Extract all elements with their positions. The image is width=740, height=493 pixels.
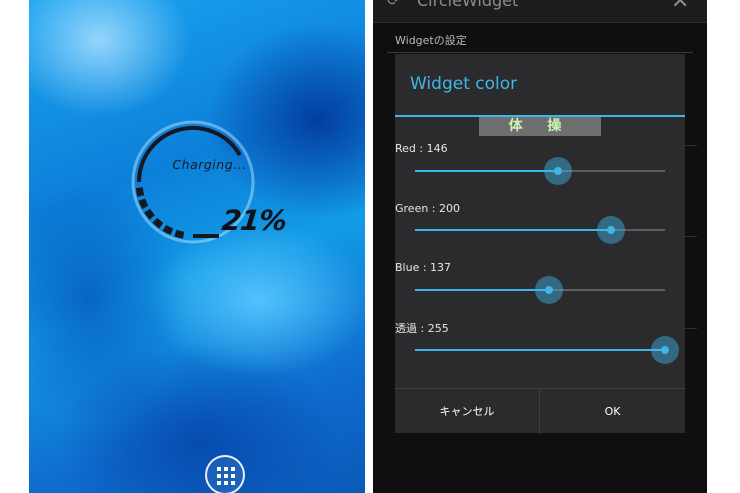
circle-widget-icon: ⟳ xyxy=(387,0,400,9)
blue-slider-thumb[interactable] xyxy=(535,276,564,304)
background-row-divider xyxy=(685,328,697,329)
blue-slider[interactable] xyxy=(415,276,665,304)
widget-color-dialog: Widget color 体 操 Red : 146 Green : 200 B… xyxy=(395,54,685,434)
app-bar: ⟳ CircleWidget ✕ xyxy=(373,0,707,23)
red-slider[interactable] xyxy=(415,157,665,185)
blue-slider-label: Blue : 137 xyxy=(395,261,452,274)
green-slider-fill xyxy=(415,229,612,231)
battery-segment xyxy=(138,198,149,210)
green-slider-label: Green : 200 xyxy=(395,202,461,215)
charging-status-text: Charging... xyxy=(172,157,247,172)
close-icon[interactable]: ✕ xyxy=(671,0,689,14)
battery-segment xyxy=(135,187,145,197)
transparency-slider-label: 透過 : 255 xyxy=(395,322,449,335)
battery-segment xyxy=(152,217,164,229)
transparency-slider[interactable] xyxy=(415,336,679,364)
background-row-divider xyxy=(685,145,697,146)
app-title: CircleWidget xyxy=(417,0,519,10)
ok-button[interactable]: OK xyxy=(540,389,685,434)
cancel-button[interactable]: キャンセル xyxy=(395,389,540,434)
transparency-slider-thumb[interactable] xyxy=(651,336,679,364)
battery-segment xyxy=(162,224,174,235)
dialog-title: Widget color xyxy=(410,74,518,94)
section-divider xyxy=(387,52,693,53)
green-slider[interactable] xyxy=(415,216,665,244)
red-slider-label: Red : 146 xyxy=(395,142,448,155)
red-slider-fill xyxy=(415,170,559,172)
blue-slider-fill xyxy=(415,289,550,291)
battery-segment-bars xyxy=(135,187,185,239)
battery-segment xyxy=(174,229,185,239)
app-drawer-button[interactable] xyxy=(205,455,245,493)
green-slider-thumb[interactable] xyxy=(597,216,626,244)
background-row-divider xyxy=(685,236,697,237)
dialog-button-bar: キャンセル OK xyxy=(395,388,685,434)
home-screen: Charging... 21% xyxy=(29,0,365,493)
settings-screen: ⟳ CircleWidget ✕ Widgetの設定 Widget color … xyxy=(373,0,707,493)
red-slider-thumb[interactable] xyxy=(544,157,573,185)
settings-section-header: Widgetの設定 xyxy=(395,34,467,47)
apps-grid-icon xyxy=(217,467,235,485)
watermark-stamp: 体 操 xyxy=(479,117,601,136)
transparency-slider-fill xyxy=(415,349,665,351)
battery-percent-text: 21% xyxy=(220,204,288,237)
battery-segment xyxy=(144,208,155,220)
